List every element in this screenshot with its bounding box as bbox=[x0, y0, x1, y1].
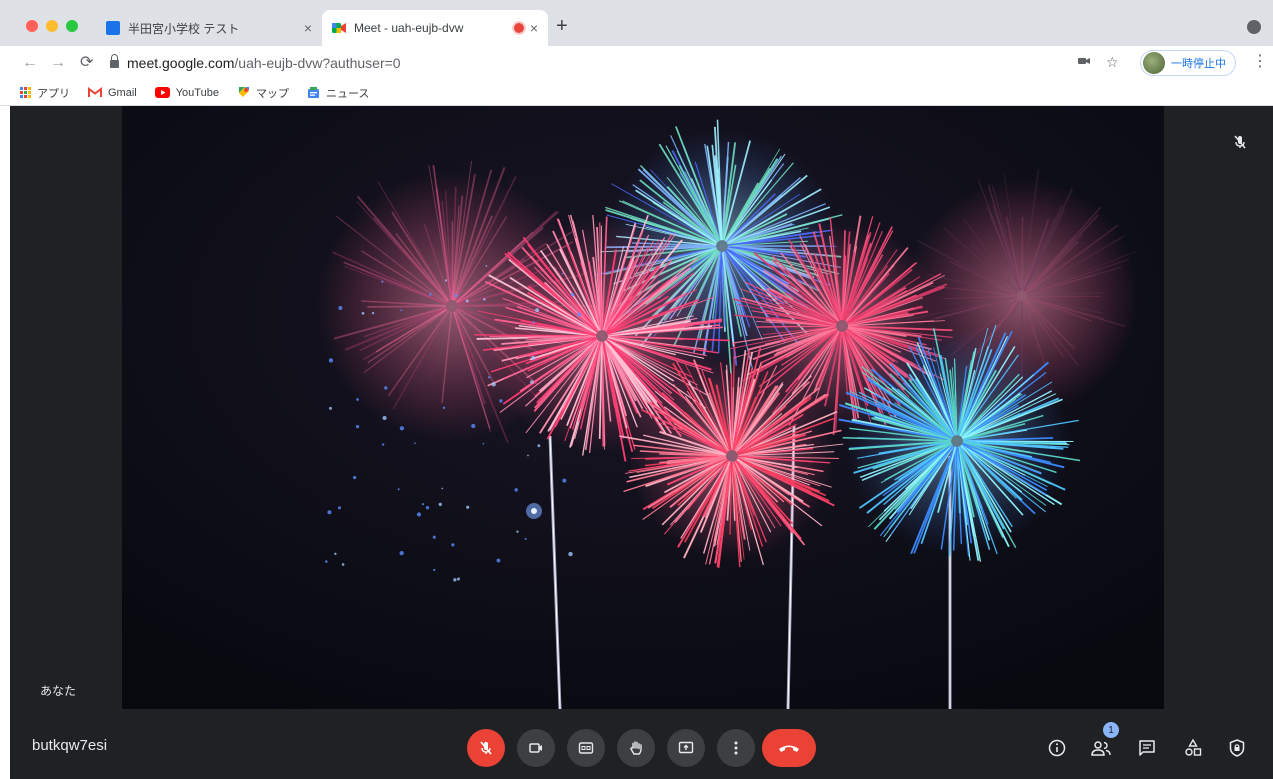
tab-school-test[interactable]: 半田宮小学校 テスト × bbox=[96, 10, 322, 46]
url-path: /uah-eujb-dvw?authuser=0 bbox=[234, 55, 401, 71]
tab-title: Meet - uah-eujb-dvw bbox=[354, 21, 464, 35]
camera-icon bbox=[527, 739, 545, 757]
camera-in-use-icon[interactable] bbox=[1077, 54, 1091, 71]
tab-search-icon[interactable] bbox=[1247, 20, 1261, 34]
profile-paused-button[interactable]: 一時停止中 bbox=[1140, 50, 1236, 76]
forward-arrow-icon[interactable]: → bbox=[50, 54, 66, 72]
classroom-favicon-icon bbox=[106, 21, 120, 35]
bookmark-label: ニュース bbox=[325, 87, 370, 100]
bookmark-label: マップ bbox=[255, 87, 289, 100]
present-screen-button[interactable] bbox=[667, 729, 705, 767]
back-arrow-icon[interactable]: ← bbox=[22, 54, 38, 72]
activities-icon[interactable] bbox=[1182, 737, 1204, 759]
toggle-camera-button[interactable] bbox=[517, 729, 555, 767]
chat-icon[interactable] bbox=[1136, 737, 1158, 759]
bookmark-gmail[interactable]: Gmail bbox=[88, 87, 137, 99]
youtube-icon bbox=[154, 87, 170, 98]
fireworks-video-feed bbox=[122, 106, 1164, 709]
maps-icon bbox=[237, 86, 250, 99]
toggle-mic-button[interactable] bbox=[467, 729, 505, 767]
tile-mic-off-icon bbox=[1232, 134, 1248, 155]
tab-strip: 半田宮小学校 テスト × Meet - uah-eujb-dvw × + bbox=[0, 0, 1273, 46]
more-options-icon bbox=[727, 739, 745, 757]
minimize-window-button[interactable] bbox=[46, 20, 58, 32]
close-tab-icon[interactable]: × bbox=[530, 20, 538, 36]
bookmarks-bar: アプリ Gmail YouTube マップ ニュース bbox=[0, 80, 1273, 106]
bookmark-label: アプリ bbox=[37, 87, 70, 100]
browser-menu-icon[interactable]: ⋮ bbox=[1252, 53, 1268, 71]
bookmark-news[interactable]: ニュース bbox=[307, 85, 369, 101]
new-tab-button[interactable]: + bbox=[556, 16, 568, 36]
tab-meet[interactable]: Meet - uah-eujb-dvw × bbox=[322, 10, 548, 46]
tab-title: 半田宮小学校 テスト bbox=[128, 21, 240, 36]
bookmark-apps[interactable]: アプリ bbox=[20, 85, 70, 101]
close-window-button[interactable] bbox=[26, 20, 38, 32]
url-host: meet.google.com bbox=[127, 55, 235, 71]
participant-count-badge: 1 bbox=[1103, 722, 1119, 738]
leave-call-button[interactable] bbox=[762, 729, 816, 767]
bookmark-label: Gmail bbox=[108, 86, 137, 99]
gmail-icon bbox=[88, 87, 102, 98]
captions-button[interactable] bbox=[567, 729, 605, 767]
meet-favicon-icon bbox=[332, 21, 346, 35]
bookmark-youtube[interactable]: YouTube bbox=[154, 86, 219, 99]
apps-grid-icon bbox=[20, 87, 31, 98]
close-tab-icon[interactable]: × bbox=[304, 20, 312, 36]
self-video-tile[interactable] bbox=[122, 106, 1164, 709]
zoom-window-button[interactable] bbox=[66, 20, 78, 32]
meet-control-bar: butkqw7esi 1 bbox=[10, 709, 1273, 779]
host-controls-icon[interactable] bbox=[1226, 737, 1248, 759]
present-screen-icon bbox=[677, 739, 695, 757]
pause-label: 一時停止中 bbox=[1171, 58, 1226, 70]
meeting-code: butkqw7esi bbox=[32, 737, 108, 754]
reload-icon[interactable]: ⟳ bbox=[80, 54, 93, 72]
raise-hand-button[interactable] bbox=[617, 729, 655, 767]
raise-hand-icon bbox=[627, 739, 645, 757]
browser-toolbar: ← → ⟳ meet.google.com/uah-eujb-dvw?authu… bbox=[0, 46, 1273, 80]
lock-icon[interactable] bbox=[110, 54, 119, 68]
recording-indicator-icon bbox=[513, 23, 524, 33]
meet-call-area: あなた butkqw7esi 1 bbox=[10, 106, 1273, 779]
people-icon[interactable] bbox=[1090, 737, 1112, 759]
news-icon bbox=[307, 86, 320, 99]
more-options-button[interactable] bbox=[717, 729, 755, 767]
hang-up-icon bbox=[777, 741, 801, 755]
self-name-label: あなた bbox=[40, 684, 77, 698]
bookmark-maps[interactable]: マップ bbox=[237, 85, 289, 101]
info-icon[interactable] bbox=[1046, 737, 1068, 759]
address-bar[interactable]: meet.google.com/uah-eujb-dvw?authuser=0 bbox=[110, 50, 1060, 76]
avatar bbox=[1143, 52, 1165, 74]
bookmark-label: YouTube bbox=[175, 86, 219, 99]
captions-icon bbox=[577, 739, 595, 757]
bookmark-star-icon[interactable]: ☆ bbox=[1106, 54, 1119, 70]
mic-off-icon bbox=[477, 739, 495, 757]
